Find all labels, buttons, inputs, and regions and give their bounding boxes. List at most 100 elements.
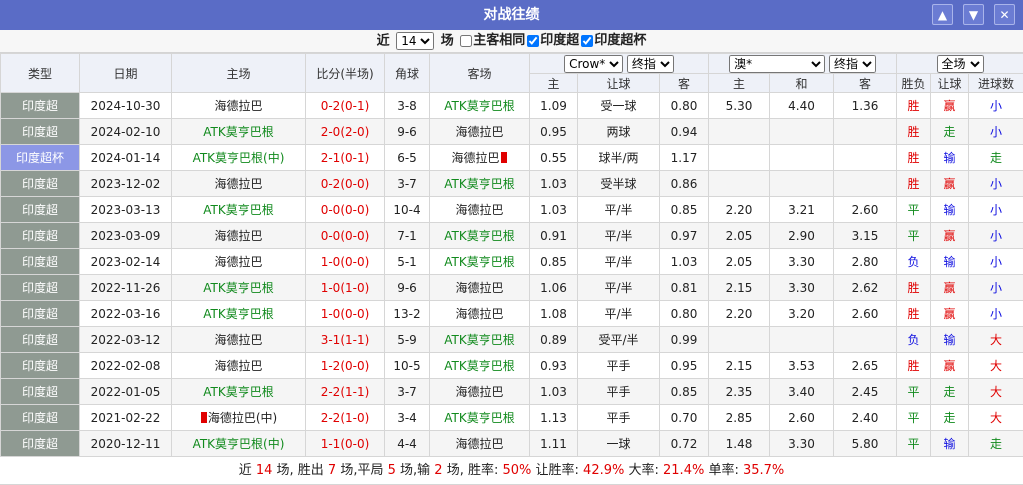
away-team-name[interactable]: ATK莫亨巴根 bbox=[444, 99, 514, 113]
home-team-cell[interactable]: ATK莫亨巴根 bbox=[172, 197, 306, 223]
home-team-cell[interactable]: ATK莫亨巴根 bbox=[172, 379, 306, 405]
date-cell: 2023-03-09 bbox=[80, 223, 172, 249]
away-team-name[interactable]: 海德拉巴 bbox=[455, 281, 503, 295]
league-cell[interactable]: 印度超 bbox=[1, 275, 80, 301]
home-team-cell[interactable]: 海德拉巴 bbox=[172, 353, 306, 379]
away-team-cell[interactable]: ATK莫亨巴根 bbox=[430, 327, 530, 353]
league-cell[interactable]: 印度超杯 bbox=[1, 145, 80, 171]
home-team-name[interactable]: 海德拉巴 bbox=[214, 333, 262, 347]
home-team-name[interactable]: 海德拉巴 bbox=[214, 99, 262, 113]
result-hc-cell: 赢 bbox=[931, 171, 969, 197]
league-cell[interactable]: 印度超 bbox=[1, 249, 80, 275]
league-cell[interactable]: 印度超 bbox=[1, 119, 80, 145]
away-team-name[interactable]: 海德拉巴 bbox=[455, 385, 503, 399]
home-team-name[interactable]: 海德拉巴 bbox=[214, 359, 262, 373]
league-cell[interactable]: 印度超 bbox=[1, 197, 80, 223]
away-team-name[interactable]: 海德拉巴 bbox=[455, 437, 503, 451]
half-score: (0-0) bbox=[340, 307, 369, 321]
home-team-name[interactable]: 海德拉巴 bbox=[214, 229, 262, 243]
home-team-name[interactable]: ATK莫亨巴根 bbox=[203, 385, 273, 399]
away-team-cell[interactable]: 海德拉巴 bbox=[430, 275, 530, 301]
full-score: 1-1 bbox=[321, 437, 341, 451]
away-team-name[interactable]: ATK莫亨巴根 bbox=[444, 177, 514, 191]
away-team-cell[interactable]: ATK莫亨巴根 bbox=[430, 249, 530, 275]
bookie1-select[interactable]: Crow* bbox=[564, 55, 623, 73]
home-team-name[interactable]: 海德拉巴 bbox=[214, 255, 262, 269]
home-team-cell[interactable]: ATK莫亨巴根 bbox=[172, 119, 306, 145]
odds-away-cell: 0.72 bbox=[660, 431, 709, 457]
result-ou-cell: 走 bbox=[969, 145, 1023, 171]
away-team-cell[interactable]: ATK莫亨巴根 bbox=[430, 405, 530, 431]
away-team-cell[interactable]: 海德拉巴 bbox=[430, 145, 530, 171]
home-team-name[interactable]: 海德拉巴(中) bbox=[208, 411, 277, 425]
result-hc-cell: 输 bbox=[931, 249, 969, 275]
home-team-cell[interactable]: 海德拉巴 bbox=[172, 93, 306, 119]
result-hc-cell: 赢 bbox=[931, 353, 969, 379]
corner-cell: 3-8 bbox=[385, 93, 430, 119]
home-team-name[interactable]: ATK莫亨巴根 bbox=[203, 203, 273, 217]
away-team-cell[interactable]: 海德拉巴 bbox=[430, 119, 530, 145]
league1-checkbox[interactable] bbox=[527, 35, 539, 47]
summary-text: 近 bbox=[239, 463, 256, 478]
league-cell[interactable]: 印度超 bbox=[1, 353, 80, 379]
move-up-button[interactable]: ▲ bbox=[932, 4, 953, 25]
odds1-select[interactable]: 终指 bbox=[627, 55, 674, 73]
move-down-button[interactable]: ▼ bbox=[963, 4, 984, 25]
away-team-name[interactable]: 海德拉巴 bbox=[455, 125, 503, 139]
league-cell[interactable]: 印度超 bbox=[1, 93, 80, 119]
home-team-name[interactable]: ATK莫亨巴根 bbox=[203, 125, 273, 139]
score-cell: 2-2(1-0) bbox=[306, 405, 385, 431]
filter-bar: 近 6101420 场 主客相同印度超印度超杯 bbox=[0, 30, 1023, 53]
home-team-cell[interactable]: ATK莫亨巴根(中) bbox=[172, 145, 306, 171]
close-button[interactable]: ✕ bbox=[994, 4, 1015, 25]
same-home-checkbox[interactable] bbox=[460, 35, 472, 47]
match-count-select[interactable]: 6101420 bbox=[396, 32, 434, 50]
home-team-cell[interactable]: ATK莫亨巴根(中) bbox=[172, 431, 306, 457]
home-team-name[interactable]: ATK莫亨巴根 bbox=[203, 281, 273, 295]
away-team-cell[interactable]: ATK莫亨巴根 bbox=[430, 223, 530, 249]
away-team-name[interactable]: ATK莫亨巴根 bbox=[444, 255, 514, 269]
away-team-name[interactable]: ATK莫亨巴根 bbox=[444, 359, 514, 373]
league-cell[interactable]: 印度超 bbox=[1, 301, 80, 327]
away-team-cell[interactable]: ATK莫亨巴根 bbox=[430, 353, 530, 379]
odds-handicap-cell: 平/半 bbox=[578, 197, 660, 223]
home-team-cell[interactable]: 海德拉巴 bbox=[172, 223, 306, 249]
league2-checkbox[interactable] bbox=[581, 35, 593, 47]
away-team-name[interactable]: ATK莫亨巴根 bbox=[444, 333, 514, 347]
away-team-cell[interactable]: 海德拉巴 bbox=[430, 379, 530, 405]
away-team-cell[interactable]: 海德拉巴 bbox=[430, 431, 530, 457]
odds-handicap-cell: 受一球 bbox=[578, 93, 660, 119]
odds-home-cell: 0.91 bbox=[530, 223, 578, 249]
home-team-name[interactable]: 海德拉巴 bbox=[214, 177, 262, 191]
away-team-cell[interactable]: ATK莫亨巴根 bbox=[430, 93, 530, 119]
home-team-cell[interactable]: ATK莫亨巴根 bbox=[172, 301, 306, 327]
away-team-name[interactable]: 海德拉巴 bbox=[455, 203, 503, 217]
bookie2-select[interactable]: 澳* bbox=[729, 55, 825, 73]
league-cell[interactable]: 印度超 bbox=[1, 379, 80, 405]
league-cell[interactable]: 印度超 bbox=[1, 431, 80, 457]
range-select[interactable]: 全场 bbox=[937, 55, 984, 73]
home-team-cell[interactable]: 海德拉巴 bbox=[172, 171, 306, 197]
summary-over-rate: 21.4% bbox=[663, 463, 704, 478]
odds-handicap-cell: 平/半 bbox=[578, 275, 660, 301]
league-cell[interactable]: 印度超 bbox=[1, 223, 80, 249]
away-team-cell[interactable]: ATK莫亨巴根 bbox=[430, 171, 530, 197]
home-team-cell[interactable]: 海德拉巴 bbox=[172, 327, 306, 353]
home-team-name[interactable]: ATK莫亨巴根(中) bbox=[193, 437, 285, 451]
home-team-cell[interactable]: 海德拉巴 bbox=[172, 249, 306, 275]
home-team-name[interactable]: ATK莫亨巴根(中) bbox=[193, 151, 285, 165]
home-team-cell[interactable]: 海德拉巴(中) bbox=[172, 405, 306, 431]
league-cell[interactable]: 印度超 bbox=[1, 327, 80, 353]
table-row: 印度超2024-02-10ATK莫亨巴根2-0(2-0)9-6海德拉巴0.95两… bbox=[1, 119, 1023, 145]
league-cell[interactable]: 印度超 bbox=[1, 171, 80, 197]
away-team-name[interactable]: 海德拉巴 bbox=[455, 307, 503, 321]
league-cell[interactable]: 印度超 bbox=[1, 405, 80, 431]
away-team-name[interactable]: ATK莫亨巴根 bbox=[444, 411, 514, 425]
away-team-cell[interactable]: 海德拉巴 bbox=[430, 197, 530, 223]
away-team-cell[interactable]: 海德拉巴 bbox=[430, 301, 530, 327]
away-team-name[interactable]: 海德拉巴 bbox=[451, 151, 499, 165]
away-team-name[interactable]: ATK莫亨巴根 bbox=[444, 229, 514, 243]
home-team-cell[interactable]: ATK莫亨巴根 bbox=[172, 275, 306, 301]
odds2-select[interactable]: 终指 bbox=[829, 55, 876, 73]
home-team-name[interactable]: ATK莫亨巴根 bbox=[203, 307, 273, 321]
